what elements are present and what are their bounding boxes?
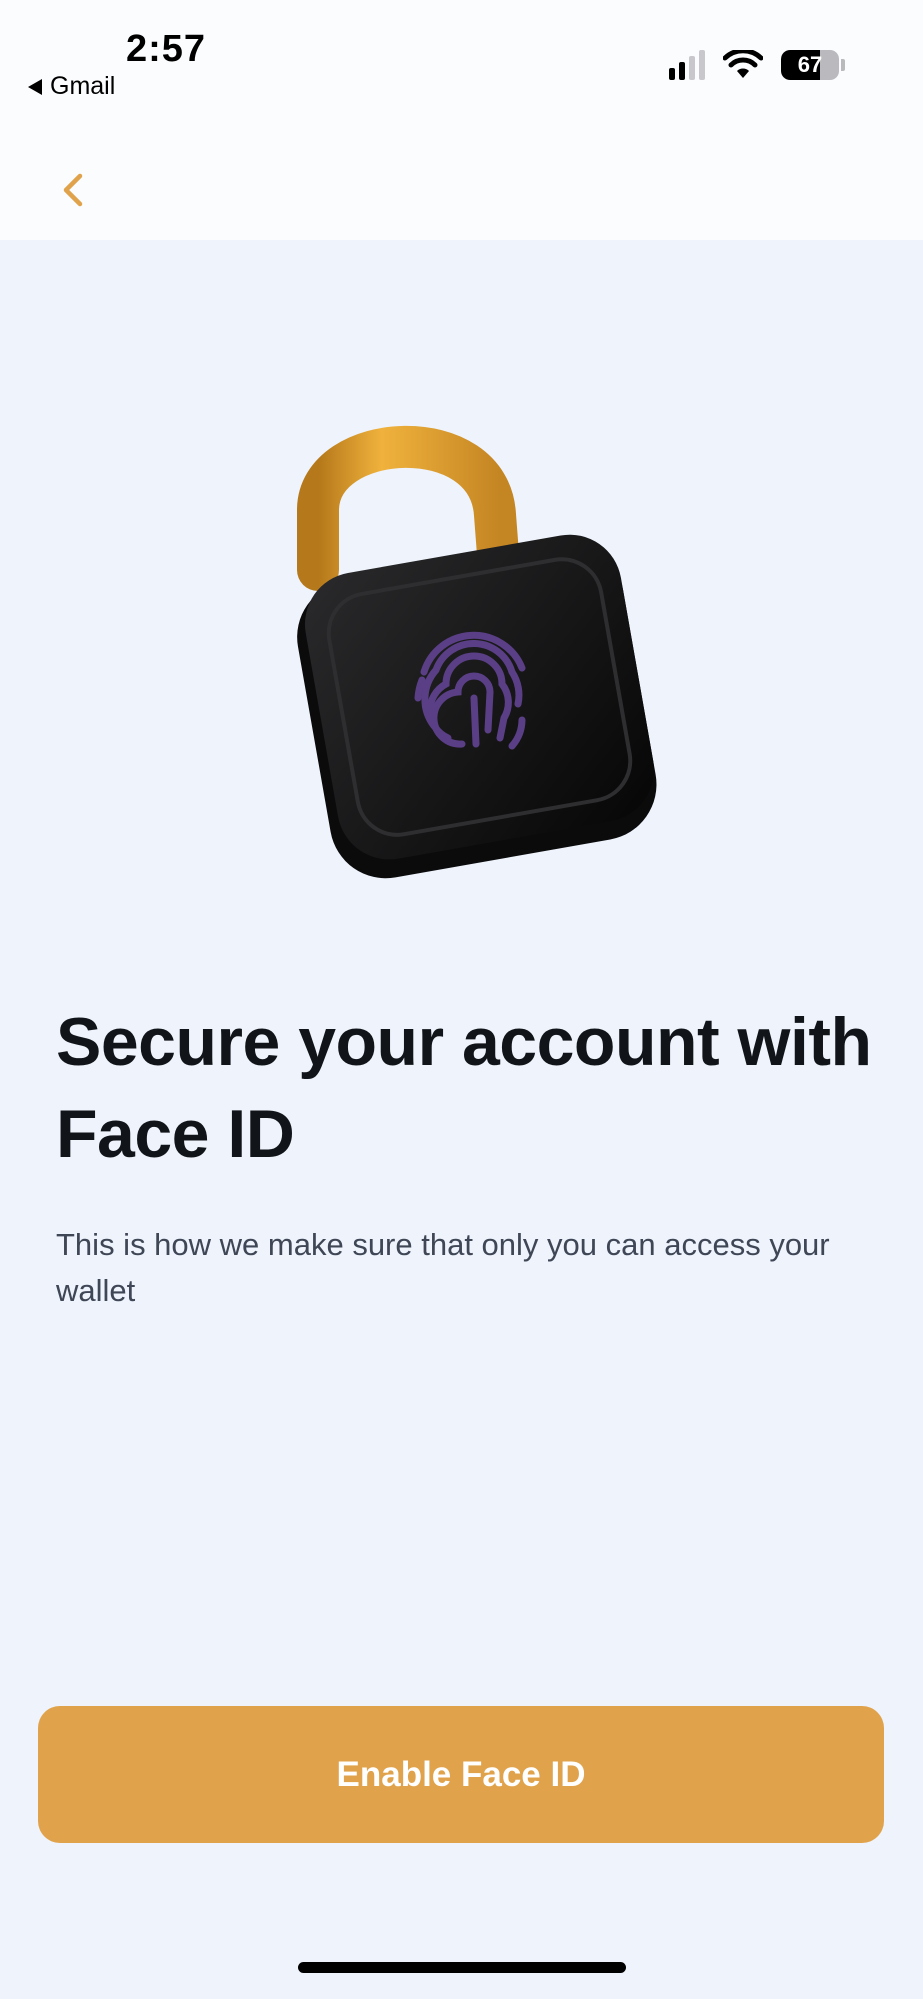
page-title: Secure your account with Face ID: [56, 1004, 872, 1172]
enable-face-id-button[interactable]: Enable Face ID: [38, 1706, 884, 1843]
battery-level: 67: [797, 52, 823, 77]
status-time: 2:57: [126, 28, 207, 70]
page-subtitle: This is how we make sure that only you c…: [56, 1227, 830, 1308]
chevron-left-icon[interactable]: [56, 170, 92, 210]
wifi-icon: [723, 50, 763, 78]
back-triangle-icon: [28, 78, 42, 95]
battery-icon: 67: [781, 50, 845, 80]
status-indicators: 67: [669, 50, 845, 80]
status-back-to-app[interactable]: Gmail: [28, 72, 115, 101]
screen: 2:57 Gmail 67 Secure your account with F…: [0, 0, 923, 1999]
padlock-fingerprint-icon: [297, 425, 657, 879]
top-bar: 2:57 Gmail 67: [0, 0, 923, 240]
home-indicator[interactable]: [298, 1962, 626, 1973]
status-back-app-label: Gmail: [50, 72, 116, 100]
cellular-signal-icon: [669, 50, 705, 80]
